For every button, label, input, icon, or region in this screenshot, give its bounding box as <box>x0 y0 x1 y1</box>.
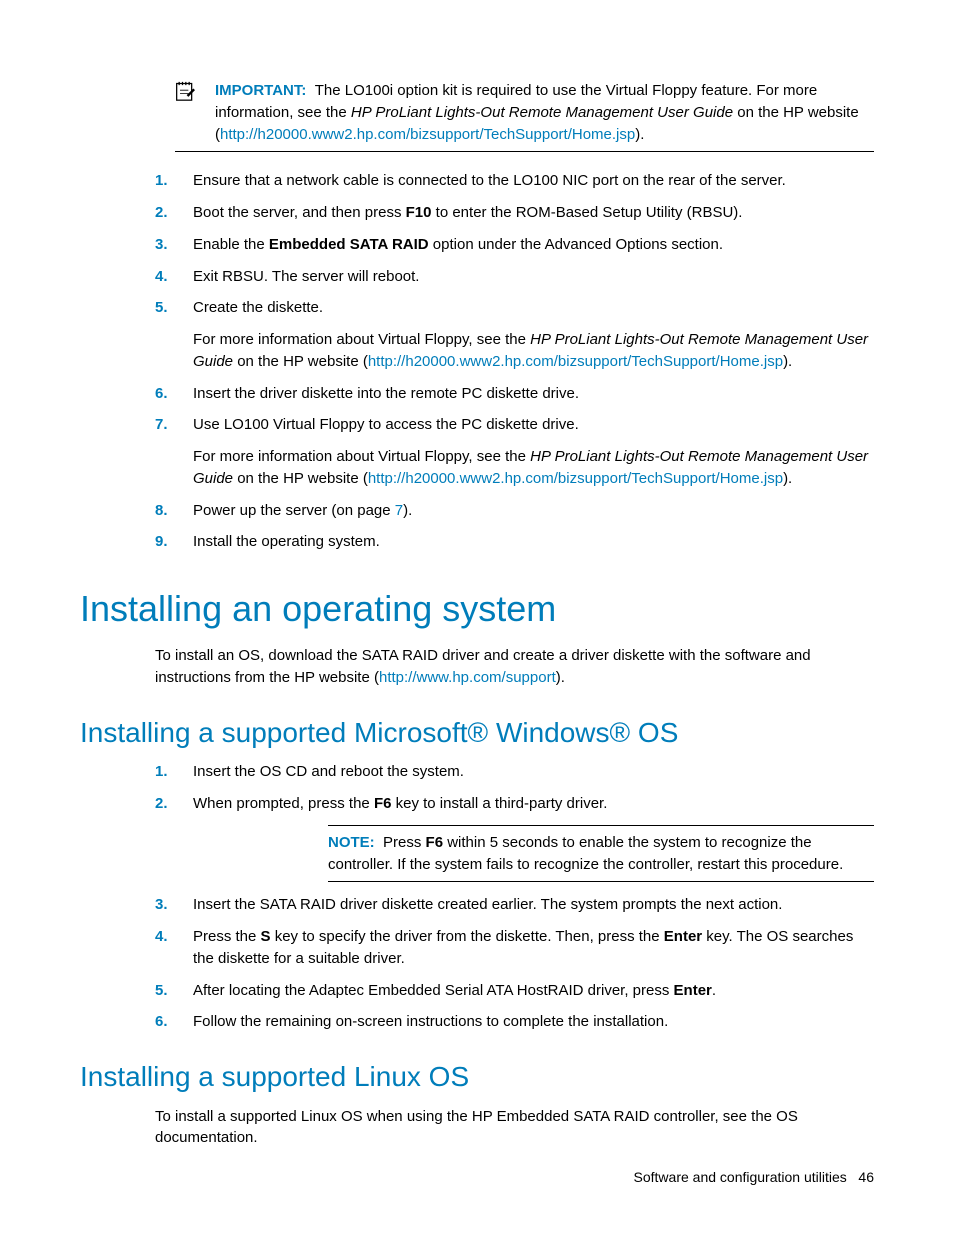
step-number: 1. <box>155 170 168 192</box>
important-callout: IMPORTANT: The LO100i option kit is requ… <box>175 80 874 152</box>
step-text: Enable the Embedded SATA RAID option und… <box>193 236 723 253</box>
step-8: 8. Power up the server (on page 7). <box>155 500 874 522</box>
important-icon <box>175 80 215 145</box>
step-4: 4. Exit RBSU. The server will reboot. <box>155 266 874 288</box>
hp-support-link[interactable]: http://www.hp.com/support <box>379 669 556 686</box>
step-number: 6. <box>155 1011 168 1033</box>
note-callout: NOTE: Press F6 within 5 seconds to enabl… <box>328 825 874 883</box>
heading-linux-os: Installing a supported Linux OS <box>80 1057 874 1098</box>
step-text: Exit RBSU. The server will reboot. <box>193 268 419 285</box>
step-2: 2. Boot the server, and then press F10 to… <box>155 202 874 224</box>
step-text: After locating the Adaptec Embedded Seri… <box>193 982 716 999</box>
step-text: Insert the SATA RAID driver diskette cre… <box>193 896 782 913</box>
step-number: 7. <box>155 414 168 436</box>
step-text: Create the diskette. <box>193 299 323 316</box>
step-3: 3. Enable the Embedded SATA RAID option u… <box>155 234 874 256</box>
step-text: Insert the driver diskette into the remo… <box>193 385 579 402</box>
step-number: 3. <box>155 894 168 916</box>
step-text: Install the operating system. <box>193 533 380 550</box>
linux-para: To install a supported Linux OS when usi… <box>155 1106 874 1150</box>
step-number: 4. <box>155 266 168 288</box>
step-1: 1. Ensure that a network cable is connect… <box>155 170 874 192</box>
page-content: IMPORTANT: The LO100i option kit is requ… <box>0 0 954 1203</box>
step-number: 6. <box>155 383 168 405</box>
heading-windows-os: Installing a supported Microsoft® Window… <box>80 713 874 754</box>
step-number: 8. <box>155 500 168 522</box>
step-5: 5. Create the diskette. For more informat… <box>155 297 874 372</box>
step-8-page-link[interactable]: 7 <box>395 502 403 519</box>
step-text: Insert the OS CD and reboot the system. <box>193 763 464 780</box>
step-number: 5. <box>155 980 168 1002</box>
step-5-link[interactable]: http://h20000.www2.hp.com/bizsupport/Tec… <box>368 353 783 370</box>
step-number: 2. <box>155 202 168 224</box>
procedure-a: 1. Ensure that a network cable is connect… <box>80 170 874 553</box>
step-text: Power up the server (on page 7). <box>193 502 412 519</box>
footer-title: Software and configuration utilities <box>634 1169 847 1185</box>
step-b4: 4. Press the S key to specify the driver … <box>155 926 874 970</box>
heading-installing-os: Installing an operating system <box>80 583 874 635</box>
important-doc-title: HP ProLiant Lights-Out Remote Management… <box>351 104 733 121</box>
step-text: Ensure that a network cable is connected… <box>193 172 786 189</box>
procedure-b: 1. Insert the OS CD and reboot the system… <box>80 761 874 1033</box>
step-number: 2. <box>155 793 168 815</box>
page-footer: Software and configuration utilities 46 <box>634 1167 874 1187</box>
step-7-link[interactable]: http://h20000.www2.hp.com/bizsupport/Tec… <box>368 470 783 487</box>
os-intro: To install an OS, download the SATA RAID… <box>155 645 874 689</box>
important-text: IMPORTANT: The LO100i option kit is requ… <box>215 80 874 145</box>
step-number: 3. <box>155 234 168 256</box>
step-b3: 3. Insert the SATA RAID driver diskette c… <box>155 894 874 916</box>
step-9: 9. Install the operating system. <box>155 531 874 553</box>
note-label: NOTE: <box>328 834 375 851</box>
step-text: When prompted, press the F6 key to insta… <box>193 795 607 812</box>
step-text: Use LO100 Virtual Floppy to access the P… <box>193 416 579 433</box>
step-b6: 6. Follow the remaining on-screen instruc… <box>155 1011 874 1033</box>
step-5-note: For more information about Virtual Flopp… <box>193 329 874 373</box>
step-text: Press the S key to specify the driver fr… <box>193 928 853 967</box>
important-body-3: ). <box>635 126 644 143</box>
important-link[interactable]: http://h20000.www2.hp.com/bizsupport/Tec… <box>220 126 635 143</box>
step-6: 6. Insert the driver diskette into the re… <box>155 383 874 405</box>
step-number: 1. <box>155 761 168 783</box>
step-b1: 1. Insert the OS CD and reboot the system… <box>155 761 874 783</box>
step-7: 7. Use LO100 Virtual Floppy to access the… <box>155 414 874 489</box>
step-number: 4. <box>155 926 168 948</box>
step-b2: 2. When prompted, press the F6 key to ins… <box>155 793 874 882</box>
step-text: Follow the remaining on-screen instructi… <box>193 1013 668 1030</box>
step-number: 5. <box>155 297 168 319</box>
footer-page-number: 46 <box>858 1169 874 1185</box>
step-text: Boot the server, and then press F10 to e… <box>193 204 742 221</box>
step-number: 9. <box>155 531 168 553</box>
step-7-note: For more information about Virtual Flopp… <box>193 446 874 490</box>
step-b5: 5. After locating the Adaptec Embedded Se… <box>155 980 874 1002</box>
important-label: IMPORTANT: <box>215 82 306 99</box>
